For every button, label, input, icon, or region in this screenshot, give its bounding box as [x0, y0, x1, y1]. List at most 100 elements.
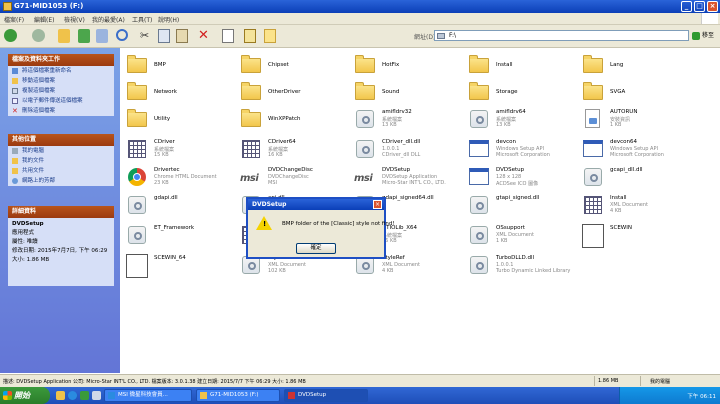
status-size: 1.86 MB	[598, 378, 619, 384]
file-item[interactable]: gdapi.dll	[126, 194, 236, 222]
my-computer-link[interactable]: 我的電腦	[8, 146, 114, 156]
menu-file[interactable]: 檔案(F)	[4, 15, 24, 24]
file-item[interactable]: Drivertec Chrome HTML Document 23 KB	[126, 166, 236, 194]
status-location: 我的電腦	[650, 379, 671, 385]
properties-icon[interactable]	[222, 29, 234, 43]
file-item[interactable]: Chipset	[240, 54, 350, 82]
file-item[interactable]: AUTORUN 安裝資訊 1 KB	[582, 108, 692, 136]
file-item[interactable]: amifldrv32 系統檔案 13 KB	[354, 108, 464, 136]
close-button[interactable]: ×	[707, 1, 718, 12]
rename-task[interactable]: 將這個檔案重新命名	[8, 66, 114, 76]
file-item[interactable]: SCEWIN	[582, 224, 692, 252]
file-item[interactable]: HotFix	[354, 54, 464, 82]
file-item[interactable]: Utility	[126, 108, 236, 136]
paste-icon[interactable]	[176, 29, 188, 43]
copy-icon[interactable]	[158, 29, 170, 43]
system-file-icon-shape	[128, 226, 146, 244]
file-item[interactable]: Network	[126, 81, 236, 109]
quicklaunch-desktop-icon[interactable]	[92, 391, 101, 400]
menu-tools[interactable]: 工具(T)	[132, 15, 152, 24]
cut-icon[interactable]: ✂	[140, 29, 152, 43]
chrome-icon-shape	[128, 168, 146, 186]
file-item[interactable]: Install	[468, 54, 578, 82]
file-item[interactable]: ET_Framework	[126, 224, 236, 252]
file-name: devcon64	[610, 139, 638, 145]
file-view[interactable]: BMP Chipset HotFix Install Lang Network OtherD…	[120, 48, 720, 373]
system-file-icon	[468, 194, 490, 216]
copy-task[interactable]: 複製這個檔案	[8, 86, 114, 96]
file-name: OtherDriver	[268, 89, 301, 95]
my-documents-link[interactable]: 我的文件	[8, 156, 114, 166]
file-item[interactable]: OSsupport XML Document 1 KB	[468, 224, 578, 252]
delete-task[interactable]: ✕ 刪除這個檔案	[8, 106, 114, 116]
file-item[interactable]: msi DVDSetup DVDSetup Application Micro-Sta…	[354, 166, 464, 194]
window-app-icon-shape	[469, 168, 489, 185]
taskbar-item-dvdsetup[interactable]: DVDSetup	[284, 389, 368, 402]
address-bar[interactable]: F:\	[434, 30, 689, 41]
toolbar: ✂ ✕ 網址(D) F:\ 移至	[0, 25, 720, 48]
file-item[interactable]: SCEWIN_64	[126, 254, 236, 282]
taskbar-item-msi[interactable]: MSI 微星科技會員...	[104, 389, 192, 402]
forward-button[interactable]	[32, 29, 45, 42]
file-item[interactable]: Lang	[582, 54, 692, 82]
detail-modified: 修改日期: 2015年7月7日, 下午 06:29	[12, 248, 108, 254]
file-item[interactable]: BMP	[126, 54, 236, 82]
delete-icon[interactable]: ✕	[198, 29, 210, 43]
taskbar-item-explorer[interactable]: G71-MID1053 (F:)	[196, 389, 280, 402]
file-item[interactable]: Sound	[354, 81, 464, 109]
file-item[interactable]: amifldrv64 系統檔案 13 KB	[468, 108, 578, 136]
file-item[interactable]: SVGA	[582, 81, 692, 109]
file-item[interactable]: WinXPPatch	[240, 108, 350, 136]
up-folder-icon[interactable]	[58, 29, 70, 43]
file-item[interactable]: TurboDLLD.dll 1.0.0.1 Turbo Dynamic Linked…	[468, 254, 578, 282]
start-button[interactable]: 開始	[0, 387, 50, 404]
dialog-ok-button[interactable]: 確定	[296, 243, 336, 254]
file-item[interactable]: msi DVDChangeDisc DVDChangeDisc MSI	[240, 166, 350, 194]
file-item[interactable]: Storage	[468, 81, 578, 109]
file-item[interactable]: CDriver_dll.dll 1.0.0.1 CDriver_dll DLL	[354, 138, 464, 166]
file-item[interactable]: devcon64 Windows Setup API Microsoft Corpo…	[582, 138, 692, 166]
folder-icon-shape	[469, 82, 489, 100]
menu-edit[interactable]: 編輯(E)	[34, 15, 54, 24]
gear-icon	[476, 202, 484, 210]
network-places-link[interactable]: 網路上的芳鄰	[8, 176, 114, 186]
file-item[interactable]: devcon Windows Setup API Microsoft Corpora…	[468, 138, 578, 166]
system-file-icon	[354, 108, 376, 130]
quicklaunch-media-icon[interactable]	[80, 391, 89, 400]
move-task[interactable]: 移動這個檔案	[8, 76, 114, 86]
file-name: Storage	[496, 89, 518, 95]
go-button[interactable]: 移至	[692, 30, 716, 41]
refresh-icon[interactable]	[78, 29, 90, 43]
menu-favorites[interactable]: 我的最愛(A)	[92, 15, 125, 24]
file-item[interactable]: OtherDriver	[240, 81, 350, 109]
file-detail: 15 KB	[154, 152, 169, 158]
menu-view[interactable]: 檢視(V)	[64, 15, 85, 24]
back-button[interactable]	[4, 29, 17, 42]
views-icon[interactable]	[244, 29, 256, 43]
quicklaunch-ie-icon[interactable]	[68, 391, 77, 400]
file-item[interactable]: DVDSetup 128 x 128 ACDSee ICO 圖像	[468, 166, 578, 194]
quicklaunch-folder-icon[interactable]	[56, 391, 65, 400]
file-tasks-header[interactable]: 檔案及資料夾工作	[8, 54, 114, 66]
home-icon[interactable]	[96, 29, 108, 43]
minimize-button[interactable]: _	[681, 1, 692, 12]
clock[interactable]: 下午 06:11	[687, 392, 716, 400]
file-item[interactable]: gcapi_dll.dll	[582, 166, 692, 194]
dialog-close-button[interactable]: ×	[373, 200, 382, 209]
file-item[interactable]: CDriver64 系統檔案 16 KB	[240, 138, 350, 166]
documents-icon	[12, 158, 18, 164]
folders-icon[interactable]	[264, 29, 276, 43]
file-item[interactable]: gtapi_signed.dll	[468, 194, 578, 222]
search-icon[interactable]	[116, 29, 128, 41]
details-header[interactable]: 詳細資料	[8, 206, 114, 218]
other-places-header[interactable]: 其他位置	[8, 134, 114, 146]
menu-help[interactable]: 說明(H)	[158, 15, 179, 24]
shared-documents-link[interactable]: 共用文件	[8, 166, 114, 176]
file-item[interactable]: CDriver 系統檔案 15 KB	[126, 138, 236, 166]
system-file-icon	[126, 224, 148, 246]
email-task[interactable]: 以電子郵件傳送這個檔案	[8, 96, 114, 106]
msi-logo-icon: msi	[354, 166, 376, 188]
maximize-button[interactable]: □	[694, 1, 705, 12]
file-detail: Micro-Star INT'L CO., LTD.	[382, 180, 446, 186]
file-item[interactable]: Install XML Document 4 KB	[582, 194, 692, 222]
